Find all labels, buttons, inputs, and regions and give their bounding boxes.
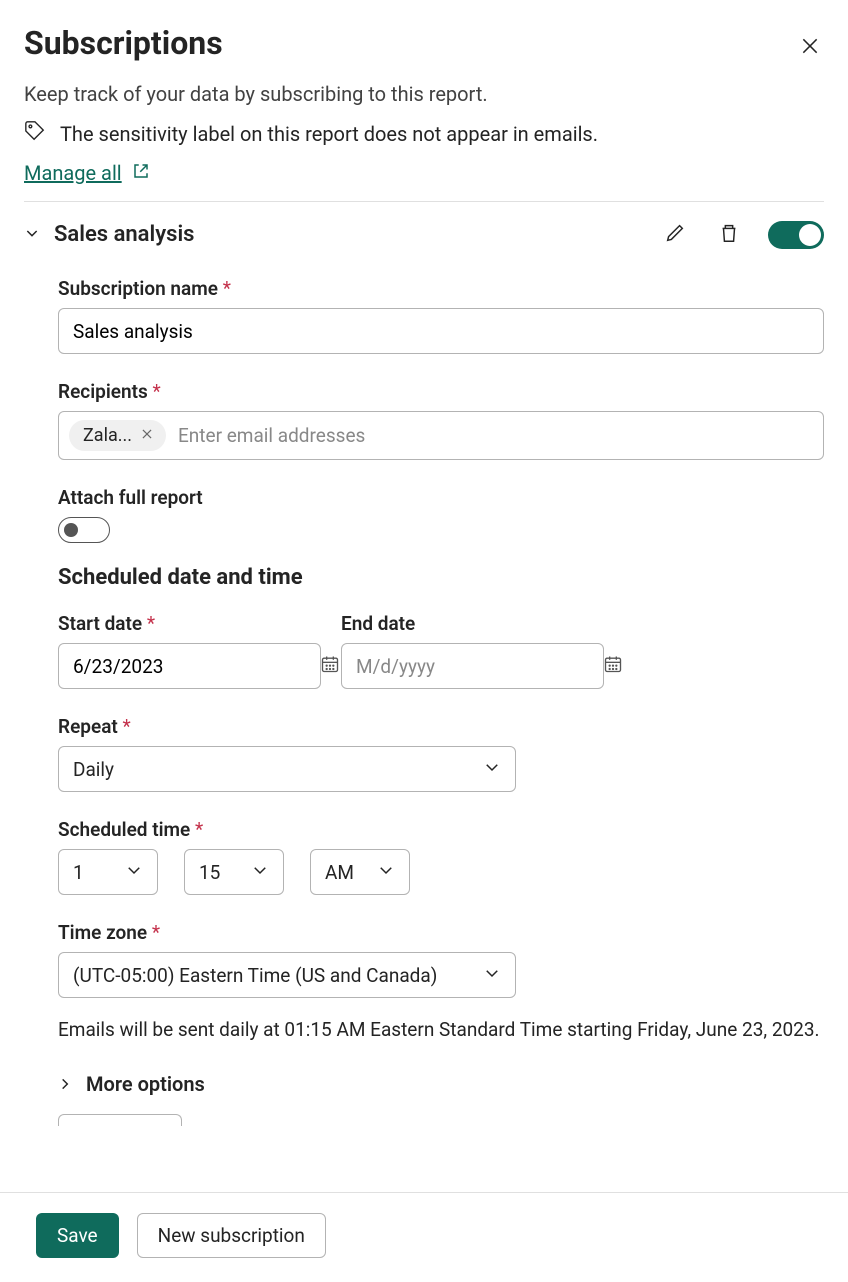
- start-date-input[interactable]: [71, 654, 320, 679]
- minute-value: 15: [199, 861, 220, 884]
- repeat-select[interactable]: Daily: [58, 746, 516, 792]
- recipients-label: Recipients: [58, 380, 824, 403]
- divider: [24, 201, 824, 202]
- timezone-value: (UTC-05:00) Eastern Time (US and Canada): [73, 964, 437, 987]
- pencil-icon: [664, 232, 686, 247]
- scheduled-time-label: Scheduled time: [58, 818, 824, 841]
- delete-button[interactable]: [714, 218, 744, 251]
- schedule-summary: Emails will be sent daily at 01:15 AM Ea…: [58, 1016, 824, 1044]
- ampm-value: AM: [325, 861, 354, 884]
- page-title: Subscriptions: [24, 24, 223, 62]
- sensitivity-note-row: The sensitivity label on this report doe…: [24, 120, 824, 147]
- subscriptions-panel: Subscriptions Keep track of your data by…: [0, 0, 848, 1282]
- subscription-expand[interactable]: Sales analysis: [24, 222, 194, 247]
- close-button[interactable]: [796, 32, 824, 63]
- page-subtitle: Keep track of your data by subscribing t…: [24, 82, 824, 106]
- tag-icon: [24, 120, 46, 147]
- attach-full-report-toggle[interactable]: [58, 517, 110, 543]
- subscription-form: Subscription name Recipients Zala...: [24, 277, 824, 1126]
- subscription-name-label: Subscription name: [58, 277, 824, 300]
- end-date-input[interactable]: [354, 654, 603, 679]
- minute-select[interactable]: 15: [184, 849, 284, 895]
- repeat-value: Daily: [73, 758, 114, 781]
- save-button[interactable]: Save: [36, 1213, 119, 1258]
- more-options-label: More options: [86, 1072, 205, 1096]
- timezone-label: Time zone: [58, 921, 824, 944]
- external-link-icon: [132, 161, 150, 185]
- subscription-title: Sales analysis: [54, 222, 194, 247]
- repeat-label: Repeat: [58, 715, 824, 738]
- subscription-name-input[interactable]: [58, 308, 824, 354]
- chevron-right-icon: [58, 1072, 72, 1096]
- trash-icon: [718, 232, 740, 247]
- new-subscription-button[interactable]: New subscription: [137, 1213, 326, 1258]
- panel-content: Subscriptions Keep track of your data by…: [0, 0, 848, 1192]
- recipients-input[interactable]: [176, 423, 813, 448]
- chevron-down-icon: [24, 225, 40, 245]
- sensitivity-note-text: The sensitivity label on this report doe…: [60, 122, 598, 146]
- chevron-down-icon: [251, 861, 269, 884]
- close-icon: [800, 44, 820, 59]
- subscription-enabled-toggle[interactable]: [768, 221, 824, 249]
- chevron-down-icon: [483, 964, 501, 987]
- manage-all-link[interactable]: Manage all: [24, 161, 150, 185]
- clipped-content: [58, 1114, 182, 1126]
- recipient-chip-remove[interactable]: [138, 427, 156, 445]
- ampm-select[interactable]: AM: [310, 849, 410, 895]
- hour-value: 1: [73, 861, 84, 884]
- recipient-chip-text: Zala...: [83, 425, 132, 446]
- start-date-label: Start date: [58, 612, 321, 635]
- close-icon: [140, 427, 154, 444]
- calendar-icon: [320, 654, 340, 678]
- subscription-header: Sales analysis: [24, 218, 824, 251]
- more-options-toggle[interactable]: More options: [58, 1072, 824, 1096]
- start-date-field[interactable]: [58, 643, 321, 689]
- recipient-chip: Zala...: [69, 420, 166, 451]
- calendar-icon: [603, 654, 623, 678]
- recipients-input-container[interactable]: Zala...: [58, 411, 824, 460]
- edit-button[interactable]: [660, 218, 690, 251]
- chevron-down-icon: [377, 861, 395, 884]
- end-date-label: End date: [341, 612, 604, 635]
- chevron-down-icon: [125, 861, 143, 884]
- attach-full-report-label: Attach full report: [58, 486, 824, 509]
- end-date-field[interactable]: [341, 643, 604, 689]
- schedule-heading: Scheduled date and time: [58, 565, 824, 590]
- panel-footer: Save New subscription: [0, 1192, 848, 1282]
- chevron-down-icon: [483, 758, 501, 781]
- manage-all-label: Manage all: [24, 161, 122, 185]
- timezone-select[interactable]: (UTC-05:00) Eastern Time (US and Canada): [58, 952, 516, 998]
- hour-select[interactable]: 1: [58, 849, 158, 895]
